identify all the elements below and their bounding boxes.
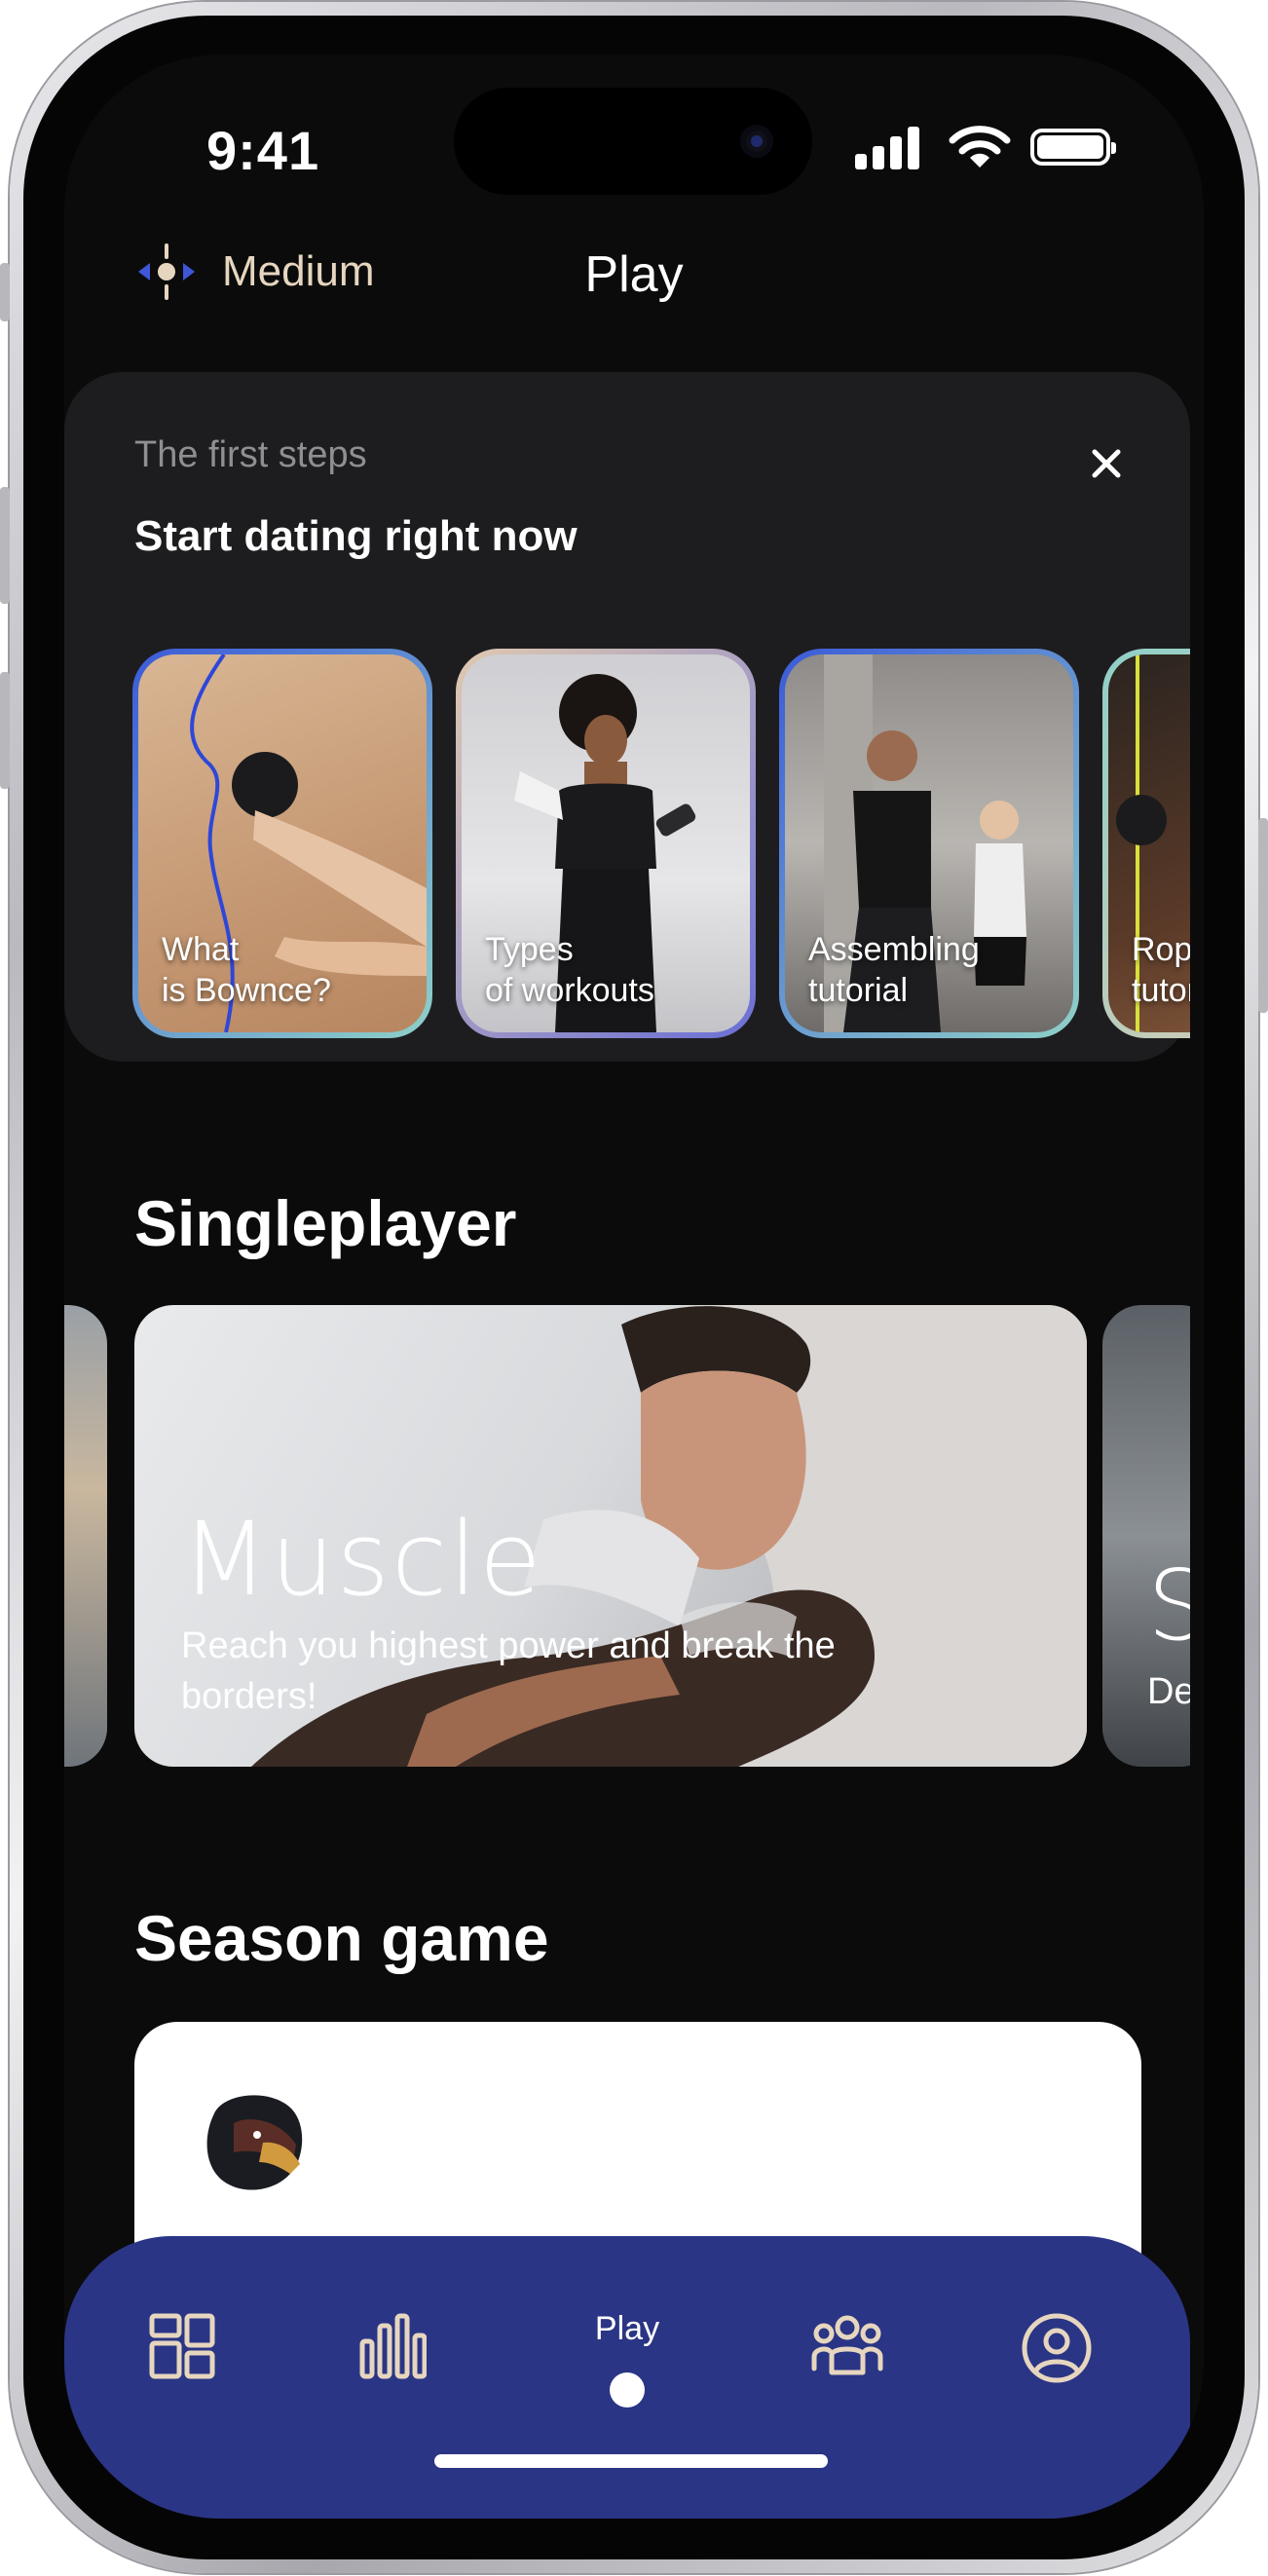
tab-play-label: Play (594, 2310, 660, 2347)
singleplayer-heading: Singleplayer (134, 1187, 517, 1259)
season-game-heading: Season game (134, 1902, 549, 1974)
story-card-assembling-tutorial[interactable]: Assembling tutorial (779, 649, 1079, 1038)
story-label: What is Bownce? (162, 931, 331, 1009)
first-steps-title: Start dating right now (134, 512, 578, 560)
story-label: Assembling tutorial (808, 931, 980, 1009)
previous-mode-card[interactable] (64, 1305, 107, 1767)
story-card-types-of-workouts[interactable]: Types of workouts (456, 649, 756, 1038)
tab-stats[interactable] (333, 2298, 450, 2406)
tab-bar: Play (64, 2236, 1190, 2519)
signal-bar (908, 127, 919, 169)
mode-description: Reach you highest power and break the bo… (181, 1625, 836, 1717)
dashboard-icon (149, 2313, 215, 2379)
tab-profile[interactable] (995, 2298, 1112, 2406)
power-button (1258, 818, 1268, 1013)
community-icon (811, 2315, 883, 2375)
next-mode-title: S (1147, 1549, 1190, 1662)
signal-bar (890, 136, 902, 169)
next-mode-card[interactable]: S De (1102, 1305, 1190, 1767)
home-indicator[interactable] (434, 2454, 828, 2468)
mode-title: Muscle (181, 1500, 543, 1619)
volume-up-button (0, 487, 10, 604)
front-camera (740, 125, 773, 158)
wifi-icon (949, 126, 1011, 168)
volume-down-button (0, 672, 10, 789)
first-steps-subtitle: The first steps (134, 434, 367, 475)
profile-icon (1022, 2313, 1092, 2383)
mode-card-muscle[interactable]: Muscle Reach you highest power and break… (134, 1305, 1087, 1767)
bear-mascot-icon (206, 2095, 303, 2190)
story-card-what-is-bownce[interactable]: What is Bownce? (132, 649, 432, 1038)
app-screen: 9:41 Medium Play The first steps Start d… (64, 55, 1204, 2519)
first-steps-card: The first steps Start dating right now W… (64, 372, 1190, 1062)
status-time: 9:41 (206, 120, 320, 181)
singleplayer-carousel[interactable]: Muscle Reach you highest power and break… (64, 1305, 1190, 1767)
next-mode-description: De (1147, 1671, 1190, 1712)
story-label: Rope tutorial (1132, 931, 1190, 1009)
stats-icon (359, 2313, 427, 2379)
story-card-rope-tutorial[interactable]: Rope tutorial (1102, 649, 1190, 1038)
action-button (0, 263, 10, 321)
signal-bar (873, 146, 884, 169)
tab-community[interactable] (785, 2298, 902, 2406)
page-title: Play (584, 246, 684, 303)
tab-dashboard[interactable] (123, 2298, 240, 2406)
status-icons (855, 125, 1128, 169)
tab-play[interactable]: Play (569, 2298, 686, 2408)
story-label: Types of workouts (485, 931, 654, 1009)
signal-bar (855, 154, 867, 169)
dynamic-island (454, 88, 812, 195)
close-icon[interactable] (1077, 434, 1136, 493)
battery-icon (1030, 129, 1116, 166)
stories-carousel[interactable]: What is Bownce? Types of workouts Assemb… (132, 649, 1190, 1042)
active-tab-dot-icon (610, 2372, 645, 2408)
